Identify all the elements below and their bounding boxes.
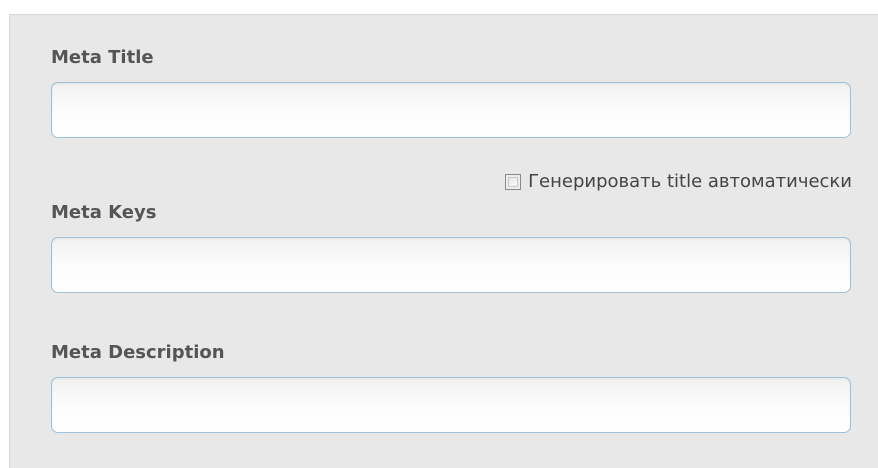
- auto-title-checkbox-row[interactable]: Генерировать title автоматически: [505, 170, 852, 194]
- auto-title-checkbox[interactable]: [505, 174, 522, 190]
- meta-description-label: Meta Description: [51, 342, 225, 363]
- meta-settings-panel: Meta Title Генерировать title автоматиче…: [9, 14, 878, 468]
- meta-keys-input[interactable]: [51, 237, 851, 293]
- meta-title-input[interactable]: [51, 82, 851, 138]
- meta-description-input[interactable]: [51, 377, 851, 433]
- auto-title-checkbox-label[interactable]: Генерировать title автоматически: [528, 170, 852, 194]
- meta-keys-label: Meta Keys: [51, 202, 157, 223]
- meta-title-label: Meta Title: [51, 47, 154, 68]
